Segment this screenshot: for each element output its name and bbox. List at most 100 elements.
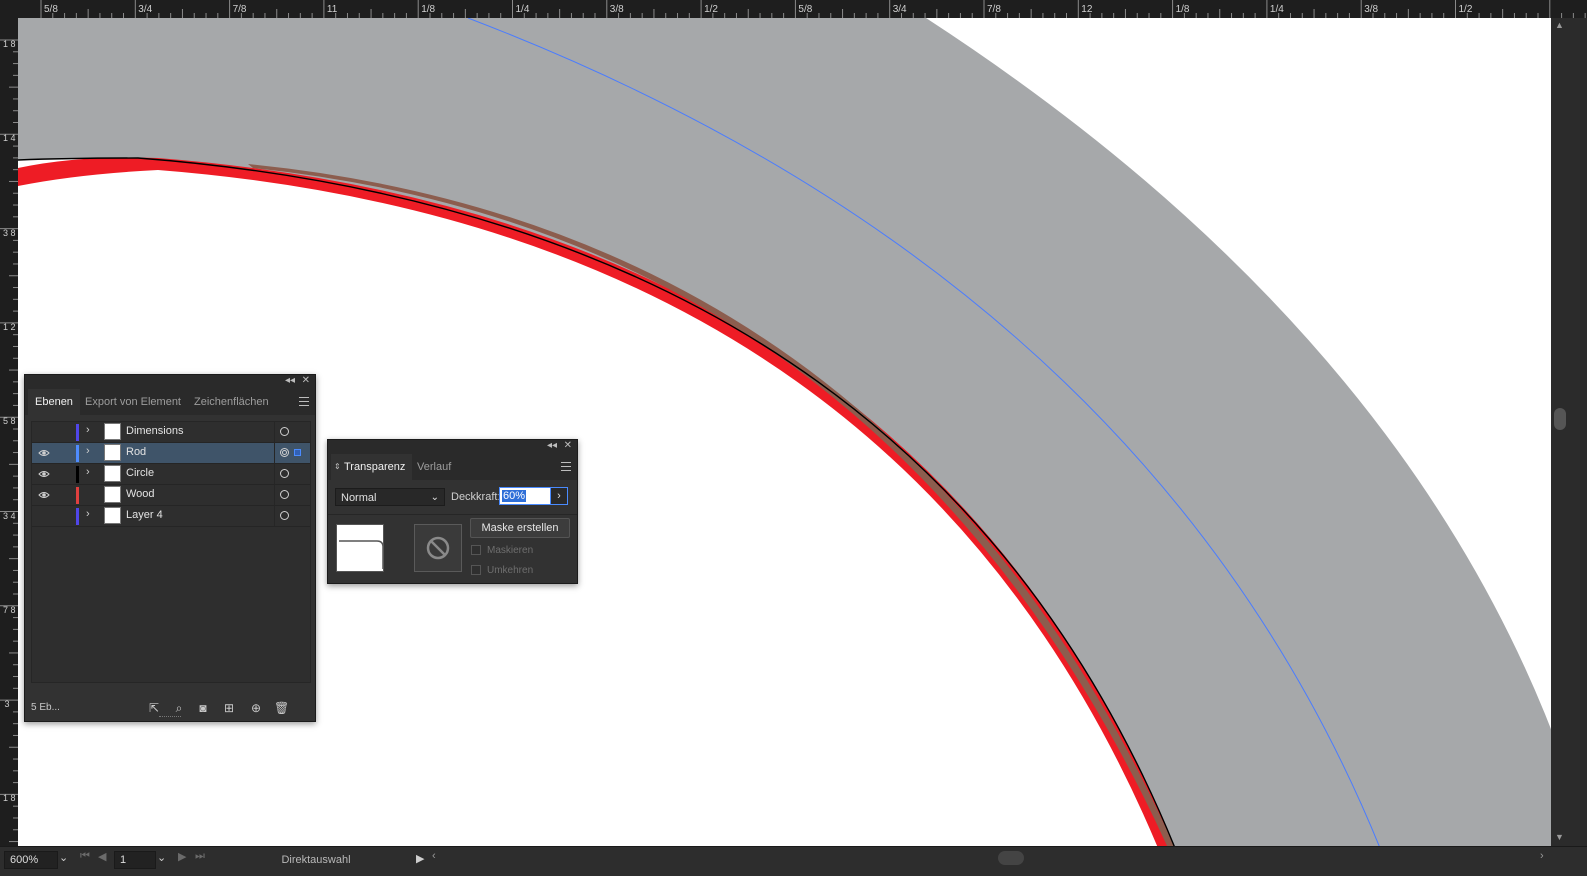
panel-menu-icon[interactable] [561,462,571,474]
layer-row[interactable]: Wood [32,485,310,506]
mask-thumbnail[interactable] [414,524,462,572]
last-artboard-icon[interactable]: ⏭ [195,850,205,863]
layer-count: 5 Eb... [31,702,60,713]
invert-checkbox[interactable] [471,565,481,575]
ruler-label: 3/8 [609,4,624,15]
collapse-icon[interactable]: ◂◂ [547,440,557,451]
layer-thumbnail [104,423,121,440]
ruler-label: 3 8 [3,227,16,238]
tab-ebenen[interactable]: Ebenen [28,389,80,415]
tab-transparenz[interactable]: ⇕ Transparenz [331,454,413,480]
layer-color-swatch [76,424,79,441]
zoom-dropdown-icon[interactable]: ⌄ [59,851,68,864]
layer-name: Rod [126,446,147,458]
tab-export-von-element[interactable]: Export von Element [78,389,188,415]
ruler-label: 1/2 [1458,4,1473,15]
current-tool-display[interactable]: Direktauswahl [212,851,420,869]
layer-thumbnail [104,444,121,461]
tab-verlauf[interactable]: Verlauf [410,454,458,480]
artboard-field[interactable]: 1 [114,851,156,869]
object-thumbnail[interactable] [336,524,384,572]
target-icon[interactable] [280,490,289,499]
tab-zeichenflaechen[interactable]: Zeichenflächen [187,389,276,415]
scroll-right-icon[interactable]: › [1540,850,1544,862]
status-menu-icon[interactable]: ▶ [416,852,424,865]
layer-name: Wood [126,488,155,500]
resize-handle[interactable] [159,716,181,720]
target-icon[interactable] [280,511,289,520]
close-icon[interactable]: ✕ [302,375,310,386]
layer-row[interactable]: › Rod [32,443,310,464]
clip-checkbox[interactable] [471,545,481,555]
clip-label: Maskieren [487,545,534,556]
scroll-left-icon[interactable]: ‹ [432,850,436,862]
opacity-input[interactable]: 60% [499,487,551,505]
artboard-dropdown-icon[interactable]: ⌄ [157,851,166,864]
clipping-mask-icon[interactable]: ◙ [196,701,210,715]
layer-color-swatch [76,466,79,483]
sublayer-icon[interactable]: ⊞ [222,701,236,715]
collapse-icon[interactable]: ◂◂ [285,375,295,386]
thumbnail-preview [339,540,383,569]
ruler-label: 3 [4,699,10,710]
eye-icon[interactable] [38,447,50,459]
chevron-right-icon[interactable]: › [86,508,90,520]
next-artboard-icon[interactable]: ▶ [178,850,186,863]
chevron-right-icon[interactable]: › [86,424,90,436]
zoom-field[interactable]: 600% [4,851,58,869]
eye-icon[interactable] [38,489,50,501]
divider [274,506,275,526]
invert-label: Umkehren [487,565,534,576]
target-icon[interactable] [280,448,289,457]
vertical-scrollbar[interactable]: ▲ ▼ [1551,18,1587,848]
transparency-panel: ◂◂ ✕ ⇕ Transparenz Verlauf Normal ⌄ Deck… [327,439,578,584]
scroll-down-icon[interactable]: ▼ [1555,832,1564,842]
chevron-right-icon[interactable]: › [86,466,90,478]
divider [274,464,275,484]
layer-row[interactable]: › Circle [32,464,310,485]
ruler-label: 3/4 [138,4,153,15]
status-bar: 600% ⌄ ⏮ ◀ 1 ⌄ ▶ ⏭ Direktauswahl ▶ ‹ › [0,846,1587,876]
trash-icon[interactable]: 🗑 [274,701,289,715]
visibility-toggle[interactable] [38,510,50,522]
search-icon[interactable]: ⌕ [172,701,186,715]
blend-mode-select[interactable]: Normal ⌄ [335,488,445,506]
export-icon[interactable]: ⇱ [147,701,161,715]
layers-list: › Dimensions › Rod › Circle Wood › Layer 4 [31,421,311,683]
target-icon[interactable] [280,427,289,436]
close-icon[interactable]: ✕ [564,440,572,451]
panel-header[interactable]: ◂◂ ✕ [328,440,577,454]
scrollbar-thumb[interactable] [1554,408,1566,430]
layer-color-swatch [76,445,79,462]
ruler-label: 1/8 [1175,4,1190,15]
opacity-slider-toggle[interactable]: › [550,487,568,505]
panel-menu-icon[interactable] [299,397,309,409]
horizontal-scrollbar-thumb[interactable] [998,851,1024,865]
new-layer-icon[interactable]: ⊕ [249,701,263,715]
chevron-right-icon[interactable]: › [86,445,90,457]
layers-panel: ◂◂ ✕ Ebenen Export von Element Zeichenfl… [24,374,316,722]
make-mask-button[interactable]: Maske erstellen [470,518,570,538]
ruler-label: 1 8 [3,793,16,804]
blend-mode-value: Normal [341,492,377,504]
layer-row[interactable]: › Dimensions [32,422,310,443]
scroll-up-icon[interactable]: ▲ [1555,20,1564,30]
opacity-label: Deckkraft: [451,491,501,503]
layer-row[interactable]: › Layer 4 [32,506,310,527]
sort-icon: ⇕ [334,462,341,471]
divider [274,443,275,463]
ruler-label: 1 8 [3,39,16,49]
first-artboard-icon[interactable]: ⏮ [80,850,90,863]
divider [328,514,577,515]
prev-artboard-icon[interactable]: ◀ [98,850,106,863]
panel-header[interactable]: ◂◂ ✕ [25,375,315,389]
opacity-value: 60% [502,490,527,502]
selection-indicator[interactable] [294,449,301,456]
horizontal-ruler[interactable]: 5/8 3/4 7/8 11 1/8 1/4 3/8 1/2 5/8 3/4 7/8 12 1/8 1/4… [0,0,1587,18]
eye-icon[interactable] [38,468,50,480]
divider [274,485,275,505]
vertical-ruler[interactable]: 1 8 1 4 3 8 1 2 5 8 3 4 7 8 3 1 8 [0,18,18,848]
layer-color-swatch [76,508,79,525]
target-icon[interactable] [280,469,289,478]
visibility-toggle[interactable] [38,426,50,438]
